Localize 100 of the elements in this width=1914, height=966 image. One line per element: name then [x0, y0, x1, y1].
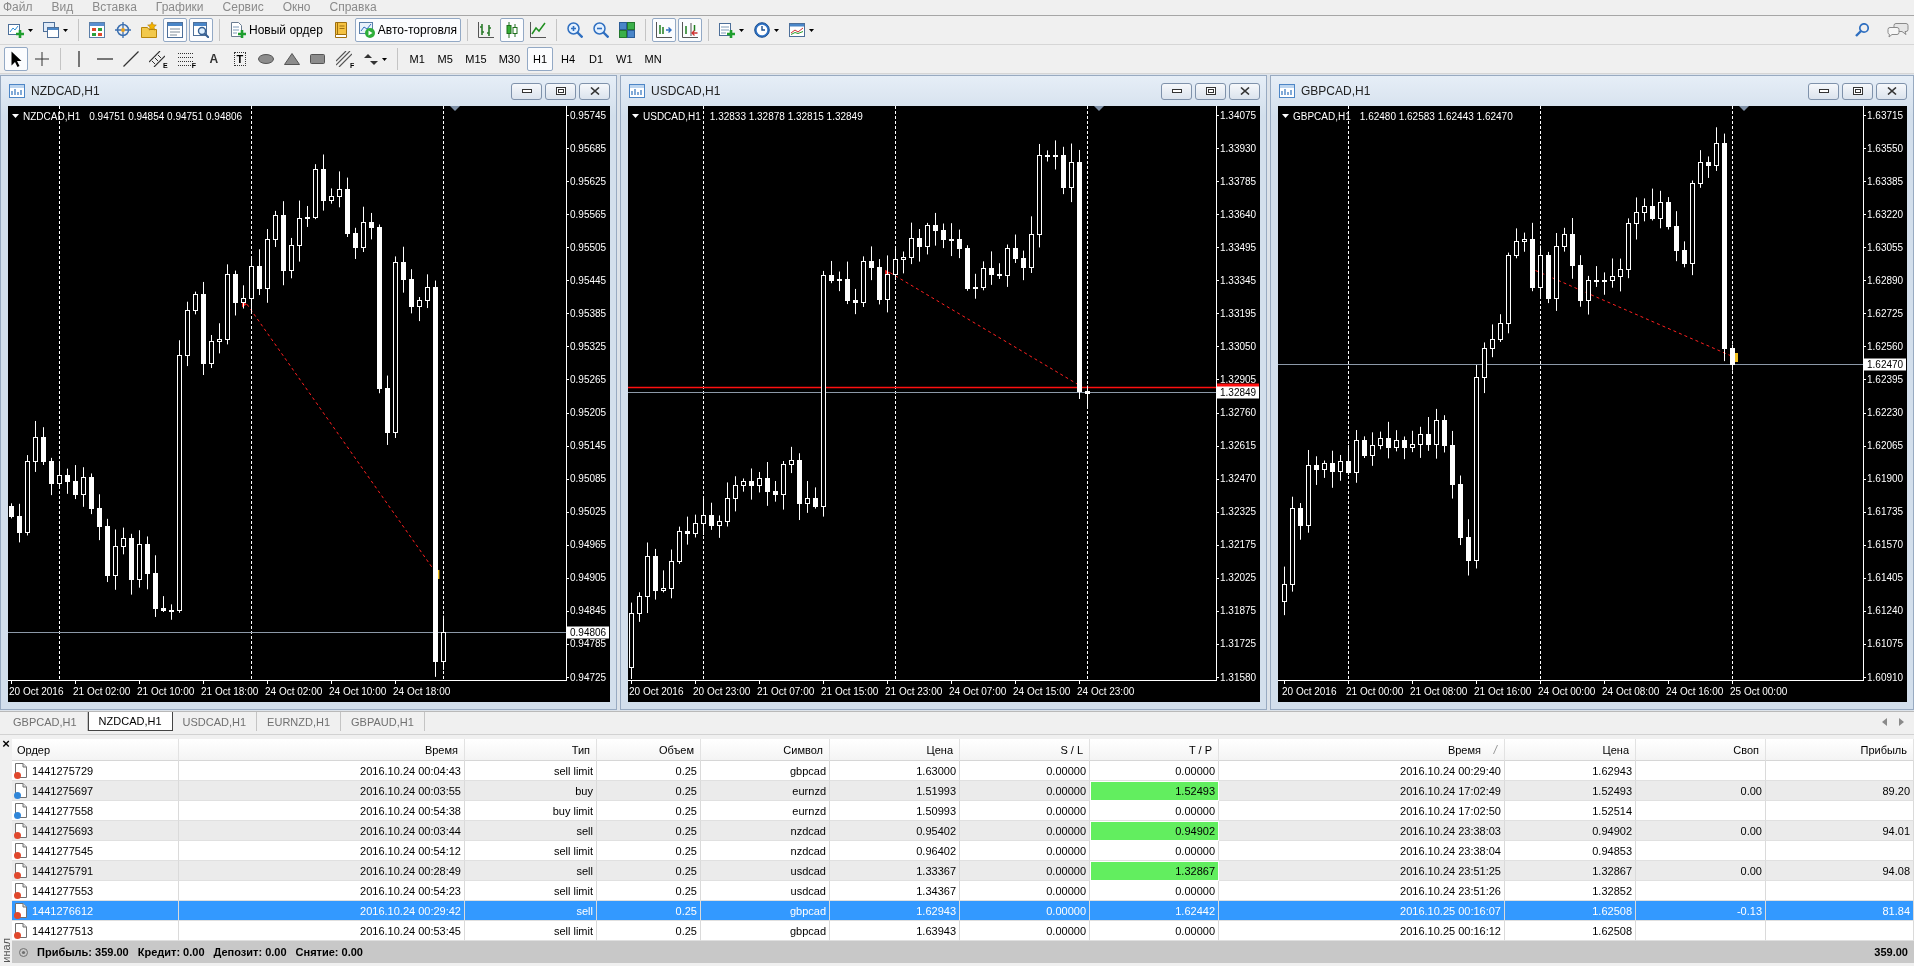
candlestick — [409, 268, 414, 314]
candlestick — [1053, 139, 1058, 170]
candlestick — [1394, 429, 1399, 452]
table-row[interactable]: 1441275697 2016.10.24 00:03:55 buy 0.25 eurnzd 1.51993 0.00000 1.52493 2016.10.24 17:02:49 1.52493 0.00 89.20 — [12, 781, 1914, 801]
terminal-button[interactable] — [163, 18, 187, 42]
candlestick — [1354, 429, 1359, 484]
close-icon — [589, 87, 600, 95]
text-label-tool-button[interactable]: T — [227, 47, 252, 71]
timeframe-button[interactable]: M1 — [404, 47, 431, 71]
timeframe-button[interactable]: MN — [639, 47, 667, 71]
price-label: 0.95505 — [570, 241, 607, 253]
table-row[interactable]: 1441277545 2016.10.24 00:54:12 sell limit 0.25 nzdcad 0.96402 0.00000 0.00000 2016.10.24 23:38:04 0.94853 — [12, 841, 1914, 861]
chart-tab[interactable]: GBPCAD,H1 — [3, 712, 88, 731]
minimize-button[interactable] — [511, 82, 542, 100]
minimize-button[interactable] — [1808, 82, 1839, 100]
timeframe-button[interactable]: D1 — [583, 47, 610, 71]
candlestick — [677, 526, 682, 565]
document-plus-icon — [230, 22, 246, 38]
chart-symbol: NZDCAD,H1 — [23, 111, 81, 122]
panel-window-icon — [167, 22, 183, 38]
column-header[interactable]: T / P — [1090, 739, 1219, 761]
candlestick — [989, 250, 994, 286]
candlestick — [1610, 258, 1615, 289]
column-header[interactable]: Время — [179, 739, 465, 761]
timeframe-button[interactable]: M30 — [493, 47, 526, 71]
chart-tab[interactable]: GBPAUD,H1 — [341, 712, 425, 731]
restore-button[interactable] — [1842, 82, 1873, 100]
table-row[interactable]: 1441275791 2016.10.24 00:28:49 sell 0.25 usdcad 1.33367 0.00000 1.32867 2016.10.24 23:51:25 1.32867 0.00 94.08 — [12, 861, 1914, 881]
candlestick — [1626, 217, 1631, 279]
candlestick — [1514, 227, 1519, 259]
column-header[interactable]: Время — [1219, 739, 1505, 761]
search-icon[interactable] — [1855, 23, 1869, 37]
text-tool-button[interactable]: A — [201, 47, 226, 71]
chat-bubbles-icon[interactable] — [1887, 22, 1909, 38]
restore-button[interactable] — [1195, 82, 1226, 100]
candlestick — [805, 480, 810, 514]
candlestick — [353, 227, 358, 260]
table-row[interactable]: 1441277513 2016.10.24 00:53:45 sell limit 0.25 gbpcad 1.63943 0.00000 0.00000 2016.10.25 00:16:12 1.62508 — [12, 921, 1914, 941]
chart-shift-button[interactable] — [652, 18, 677, 42]
diagonal-line-icon — [123, 51, 139, 67]
autoscroll-button[interactable] — [678, 18, 703, 42]
scroll-right-icon[interactable] — [1899, 718, 1904, 726]
candlestick — [645, 542, 650, 614]
timeframe-button[interactable]: W1 — [611, 47, 638, 71]
price-label: 0.95625 — [570, 175, 607, 187]
autotrading-button[interactable]: Авто-торговля — [354, 18, 462, 42]
candlestick — [81, 466, 86, 508]
candlestick — [717, 514, 722, 539]
scroll-left-icon[interactable] — [1882, 718, 1887, 726]
candlestick — [1021, 250, 1026, 281]
tester-button[interactable] — [189, 18, 213, 42]
candlestick — [965, 244, 970, 292]
hatched-lines-icon — [149, 51, 165, 67]
column-header[interactable]: Символ — [701, 739, 830, 761]
candlestick — [853, 288, 858, 315]
chart-tab[interactable]: NZDCAD,H1 — [87, 712, 173, 731]
restore-icon — [1852, 87, 1863, 95]
chart-tab[interactable]: EURNZD,H1 — [257, 712, 342, 731]
close-button[interactable] — [1229, 82, 1260, 100]
table-row[interactable]: 1441277558 2016.10.24 00:54:38 buy limit 0.25 eurnzd 1.50993 0.00000 0.00000 2016.10.24 17:02:50 1.52514 — [12, 801, 1914, 821]
column-header[interactable]: Цена — [1505, 739, 1636, 761]
column-header[interactable]: Цена — [830, 739, 960, 761]
candlestick — [1530, 222, 1535, 292]
dropdown-triangle-icon — [1282, 114, 1289, 118]
timeframe-button[interactable]: H4 — [555, 47, 582, 71]
column-header[interactable]: S / L — [960, 739, 1090, 761]
cursor-button[interactable] — [4, 47, 28, 71]
new-order-button[interactable]: Новый ордер — [226, 18, 327, 42]
price-label: 1.62560 — [1867, 340, 1904, 352]
date-label: 24 Oct 07:00 — [949, 686, 1007, 697]
column-header[interactable]: Прибыль — [1766, 739, 1914, 761]
table-row[interactable]: 1441275693 2016.10.24 00:03:44 sell 0.25 nzdcad 0.95402 0.00000 0.94902 2016.10.24 23:38:03 0.94902 0.00 94.01 — [12, 821, 1914, 841]
column-header[interactable]: Ордер — [12, 739, 179, 761]
candlestick-button[interactable] — [500, 18, 525, 42]
rectangle-icon — [310, 54, 326, 64]
minimize-button[interactable] — [1161, 82, 1192, 100]
price-label: 1.61075 — [1867, 638, 1904, 650]
close-button[interactable] — [1876, 82, 1907, 100]
column-header[interactable]: Объем — [597, 739, 701, 761]
timeframe-button[interactable]: M15 — [460, 47, 492, 71]
candlestick — [73, 464, 78, 500]
price-label: 1.31580 — [1220, 671, 1257, 683]
candlestick — [97, 493, 102, 541]
column-header[interactable]: Тип — [465, 739, 597, 761]
table-row[interactable]: 1441275729 2016.10.24 00:04:43 sell limit 0.25 gbpcad 1.63000 0.00000 0.00000 2016.10.24 00:29:40 1.62943 — [12, 761, 1914, 781]
candlestick — [9, 502, 14, 519]
chart-tab[interactable]: USDCAD,H1 — [172, 712, 258, 731]
table-row[interactable]: 1441277553 2016.10.24 00:54:23 sell limit 0.25 usdcad 1.34367 0.00000 0.00000 2016.10.24 23:51:26 1.32852 — [12, 881, 1914, 901]
candlestick — [1370, 431, 1375, 467]
price-label: 1.62890 — [1867, 274, 1904, 286]
timeframe-button[interactable]: M5 — [432, 47, 459, 71]
candlestick — [813, 486, 818, 510]
restore-button[interactable] — [545, 82, 576, 100]
timeframe-button[interactable]: H1 — [527, 47, 554, 71]
candlestick — [1466, 518, 1471, 577]
close-button[interactable]: × — [2, 738, 10, 750]
price-label: 1.61900 — [1867, 473, 1904, 485]
candlestick — [185, 301, 190, 367]
close-button[interactable] — [579, 82, 610, 100]
column-header[interactable]: Своп — [1636, 739, 1766, 761]
